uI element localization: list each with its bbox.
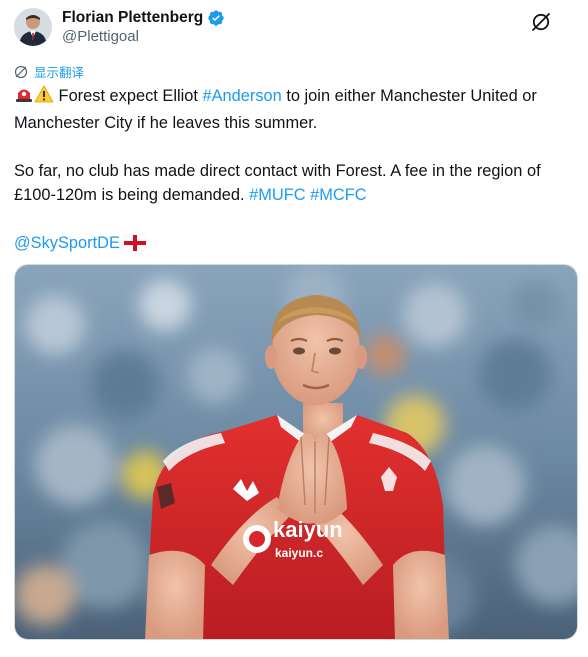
- tweet-card: Florian Plettenberg @Plettigoal 显示翻译 For…: [0, 0, 588, 657]
- tweet-paragraph-2: So far, no club has made direct contact …: [14, 159, 580, 207]
- show-translation-link[interactable]: 显示翻译: [14, 62, 84, 81]
- hashtag-mcfc-link[interactable]: #MCFC: [310, 186, 366, 204]
- warning-emoji: [34, 84, 54, 111]
- translate-icon: [14, 65, 28, 79]
- tweet-text: Forest expect Elliot #Anderson to join e…: [14, 84, 580, 258]
- author-avatar[interactable]: [14, 8, 52, 46]
- display-name-row: Florian Plettenberg: [62, 8, 225, 27]
- hashtag-mufc-link[interactable]: #MUFC: [249, 186, 305, 204]
- show-translation-label: 显示翻译: [34, 66, 85, 80]
- author-names: Florian Plettenberg @Plettigoal: [62, 8, 225, 46]
- author-handle[interactable]: @Plettigoal: [62, 27, 225, 46]
- siren-emoji: [14, 84, 34, 111]
- shirt-sponsor-url-text: kaiyun.c: [275, 546, 323, 560]
- verified-badge-icon: [207, 9, 225, 27]
- tweet-header: Florian Plettenberg @Plettigoal: [14, 5, 574, 49]
- slash-circle-icon[interactable]: [530, 11, 552, 33]
- england-flag-emoji: [124, 234, 147, 258]
- tweet-photo[interactable]: kaiyun kaiyun.c: [14, 264, 578, 640]
- tweet-paragraph-3: @SkySportDE: [14, 231, 580, 258]
- mention-skysportde-link[interactable]: @SkySportDE: [14, 234, 120, 252]
- shirt-sponsor-text: kaiyun: [273, 517, 343, 542]
- tweet-text-segment: Forest expect Elliot: [54, 87, 203, 105]
- tweet-paragraph-1: Forest expect Elliot #Anderson to join e…: [14, 84, 580, 135]
- hashtag-anderson-link[interactable]: #Anderson: [202, 87, 281, 105]
- display-name[interactable]: Florian Plettenberg: [62, 8, 203, 27]
